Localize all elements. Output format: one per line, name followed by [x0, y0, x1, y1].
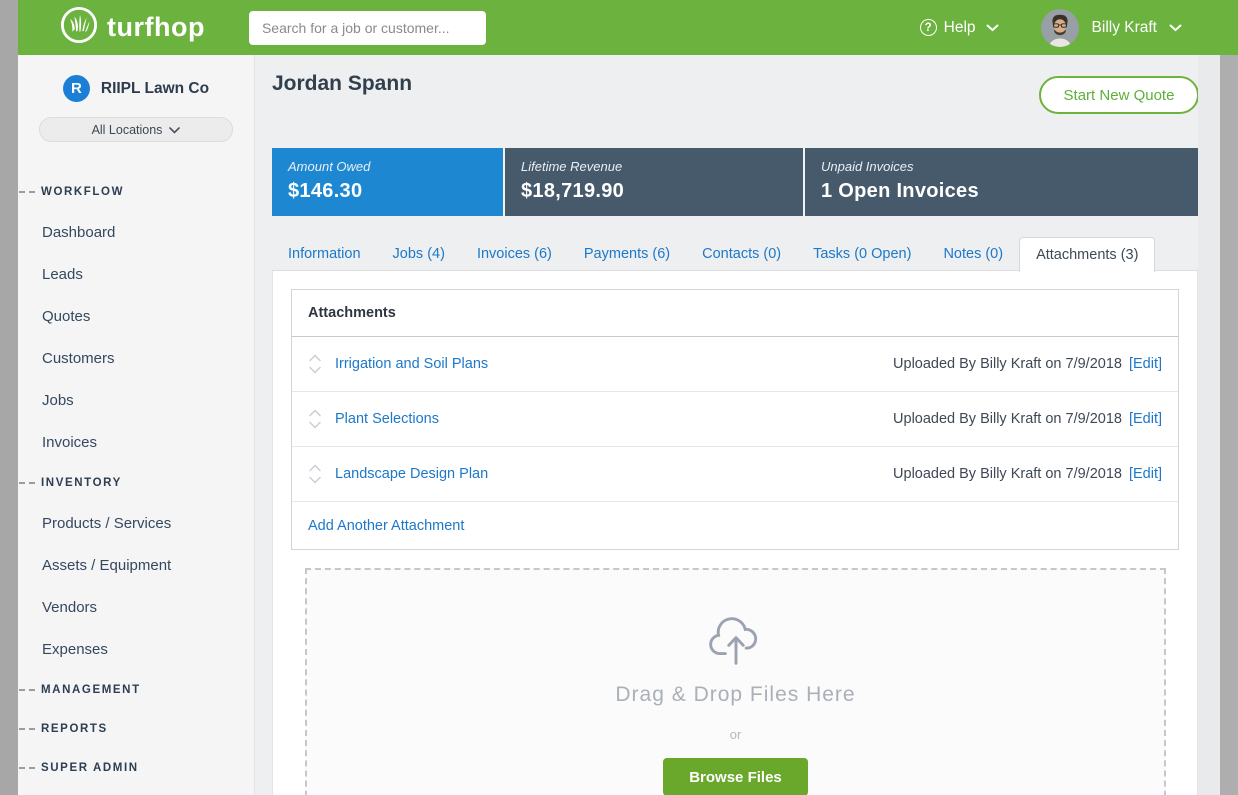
stat-label: Unpaid Invoices: [821, 159, 1198, 174]
sidebar-section-header[interactable]: WORKFLOW: [18, 172, 254, 211]
turfhop-grass-icon: [60, 6, 98, 49]
main-content: Jordan Spann Dashboard > Customers > Jor…: [255, 55, 1238, 795]
location-label: All Locations: [92, 123, 163, 137]
customer-stats-bar: Amount Owed $146.30 Lifetime Revenue $18…: [272, 148, 1198, 216]
company-logo: R: [63, 75, 90, 102]
stat-lifetime-revenue: Lifetime Revenue $18,719.90: [503, 148, 803, 216]
reorder-handle[interactable]: [308, 354, 322, 374]
stat-value: 1 Open Invoices: [821, 180, 1198, 203]
tab[interactable]: Notes (0): [927, 238, 1019, 271]
stat-value: $146.30: [288, 180, 503, 203]
attachment-uploaded-text: Uploaded By Billy Kraft on 7/9/2018: [893, 411, 1122, 427]
attachment-name-link[interactable]: Plant Selections: [335, 411, 439, 427]
chevron-up-icon: [308, 354, 322, 362]
chevron-down-icon: [986, 19, 999, 37]
sidebar-item[interactable]: Quotes: [18, 295, 254, 337]
stat-unpaid-invoices: Unpaid Invoices 1 Open Invoices: [803, 148, 1198, 216]
page-title: Jordan Spann: [272, 72, 412, 96]
tab[interactable]: Contacts (0): [686, 238, 797, 271]
cloud-upload-icon: [307, 616, 1164, 671]
dropzone-title: Drag & Drop Files Here: [307, 683, 1164, 707]
window-edge-strip: [0, 0, 18, 795]
chevron-down-icon: [308, 476, 322, 484]
attachment-edit-link[interactable]: [Edit]: [1129, 356, 1162, 372]
sidebar-section-header[interactable]: REPORTS: [18, 709, 254, 748]
attachment-list: Irrigation and Soil Plans Uploaded By Bi…: [292, 337, 1178, 502]
attachments-panel: Attachments Irrigation and Soil Plans Up…: [291, 289, 1179, 550]
tab[interactable]: Tasks (0 Open): [797, 238, 927, 271]
sidebar-item[interactable]: Invoices: [18, 421, 254, 463]
section-dashes-icon: [19, 482, 35, 484]
attachments-panel-title: Attachments: [292, 290, 1178, 337]
attachment-row: Plant Selections Uploaded By Billy Kraft…: [292, 392, 1178, 447]
sidebar-section-header[interactable]: MANAGEMENT: [18, 670, 254, 709]
attachment-row: Landscape Design Plan Uploaded By Billy …: [292, 447, 1178, 502]
user-name[interactable]: Billy Kraft: [1092, 19, 1157, 37]
tab[interactable]: Information: [272, 238, 377, 271]
attachment-uploaded-text: Uploaded By Billy Kraft on 7/9/2018: [893, 356, 1122, 372]
stat-value: $18,719.90: [521, 180, 803, 203]
sidebar-section-header[interactable]: INVENTORY: [18, 463, 254, 502]
help-menu[interactable]: ? Help: [920, 19, 999, 37]
reorder-handle[interactable]: [308, 464, 322, 484]
help-label: Help: [944, 19, 976, 37]
section-dashes-icon: [19, 689, 35, 691]
brand-logo[interactable]: turfhop: [60, 6, 205, 49]
tab-content-panel: Attachments Irrigation and Soil Plans Up…: [272, 270, 1198, 795]
file-dropzone[interactable]: Drag & Drop Files Here or Browse Files: [305, 568, 1166, 795]
company-switcher[interactable]: R RIIPL Lawn Co: [18, 75, 254, 102]
sidebar: R RIIPL Lawn Co All Locations WORKFLOWDa…: [18, 55, 255, 795]
company-name: RIIPL Lawn Co: [101, 80, 209, 98]
attachment-row: Irrigation and Soil Plans Uploaded By Bi…: [292, 337, 1178, 392]
sidebar-item[interactable]: Dashboard: [18, 211, 254, 253]
sidebar-nav: WORKFLOWDashboardLeadsQuotesCustomersJob…: [18, 172, 254, 787]
sidebar-item[interactable]: Expenses: [18, 628, 254, 670]
attachment-uploaded-text: Uploaded By Billy Kraft on 7/9/2018: [893, 466, 1122, 482]
stat-amount-owed: Amount Owed $146.30: [272, 148, 503, 216]
brand-name: turfhop: [107, 12, 205, 43]
start-new-quote-button[interactable]: Start New Quote: [1039, 76, 1199, 114]
add-attachment-row: Add Another Attachment: [292, 502, 1178, 549]
tabs: InformationJobs (4)Invoices (6)Payments …: [272, 237, 1155, 271]
location-selector[interactable]: All Locations: [39, 117, 233, 142]
tab[interactable]: Attachments (3): [1019, 237, 1155, 272]
chevron-up-icon: [308, 409, 322, 417]
sidebar-item[interactable]: Products / Services: [18, 502, 254, 544]
scrollbar-track[interactable]: [1198, 55, 1238, 795]
attachment-name-link[interactable]: Landscape Design Plan: [335, 466, 488, 482]
attachment-name-link[interactable]: Irrigation and Soil Plans: [335, 356, 488, 372]
tab[interactable]: Invoices (6): [461, 238, 568, 271]
sidebar-item[interactable]: Vendors: [18, 586, 254, 628]
tab[interactable]: Jobs (4): [377, 238, 461, 271]
browse-files-button[interactable]: Browse Files: [663, 758, 808, 795]
attachment-edit-link[interactable]: [Edit]: [1129, 411, 1162, 427]
global-search: [249, 11, 486, 45]
user-avatar[interactable]: [1041, 9, 1079, 47]
top-header: turfhop ? Help Billy Kraft: [18, 0, 1238, 55]
chevron-down-icon: [308, 421, 322, 429]
stat-label: Lifetime Revenue: [521, 159, 803, 174]
chevron-up-icon: [308, 464, 322, 472]
tab[interactable]: Payments (6): [568, 238, 686, 271]
scrollbar-thumb[interactable]: [1220, 55, 1238, 795]
sidebar-item[interactable]: Customers: [18, 337, 254, 379]
help-icon: ?: [920, 19, 937, 36]
sidebar-item[interactable]: Jobs: [18, 379, 254, 421]
chevron-down-icon: [308, 366, 322, 374]
sidebar-item[interactable]: Leads: [18, 253, 254, 295]
add-another-attachment-link[interactable]: Add Another Attachment: [308, 518, 464, 534]
sidebar-item[interactable]: Assets / Equipment: [18, 544, 254, 586]
search-input[interactable]: [249, 11, 486, 45]
section-dashes-icon: [19, 728, 35, 730]
stat-label: Amount Owed: [288, 159, 503, 174]
chevron-down-icon: [169, 123, 180, 137]
attachment-edit-link[interactable]: [Edit]: [1129, 466, 1162, 482]
reorder-handle[interactable]: [308, 409, 322, 429]
dropzone-or-label: or: [307, 727, 1164, 742]
section-dashes-icon: [19, 191, 35, 193]
sidebar-section-header[interactable]: SUPER ADMIN: [18, 748, 254, 787]
section-dashes-icon: [19, 767, 35, 769]
chevron-down-icon[interactable]: [1169, 19, 1182, 37]
